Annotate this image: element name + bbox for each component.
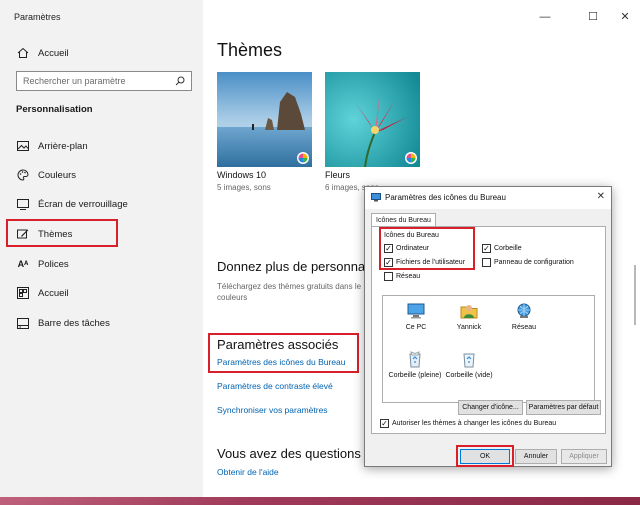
- more-text-line2: couleurs: [217, 293, 248, 302]
- sidebar-item-start[interactable]: Accueil: [16, 284, 69, 302]
- palette-icon: [16, 168, 30, 182]
- checkbox-label: Autoriser les thèmes à changer les icône…: [392, 420, 557, 427]
- change-icon-button[interactable]: Changer d'icône...: [458, 400, 523, 415]
- apply-button[interactable]: Appliquer: [561, 449, 607, 464]
- sidebar-item-label: Accueil: [38, 287, 69, 299]
- checkbox-allow-themes[interactable]: ✓ Autoriser les thèmes à changer les icô…: [380, 419, 556, 428]
- image-icon: [16, 139, 30, 153]
- checkbox-label: Réseau: [396, 273, 421, 280]
- sidebar-item-colors[interactable]: Couleurs: [16, 166, 76, 184]
- sidebar-item-lockscreen[interactable]: Écran de verrouillage: [16, 195, 128, 213]
- icon-item-network[interactable]: Réseau: [499, 302, 549, 331]
- checkbox-recycle-bin[interactable]: ✓ Corbeille: [482, 244, 522, 253]
- search-placeholder: Rechercher un paramètre: [23, 76, 126, 86]
- sidebar-item-fonts[interactable]: Aᴬ Polices: [16, 255, 69, 273]
- default-settings-button[interactable]: Paramètres par défaut: [526, 400, 601, 415]
- theme-sub: 5 images, sons: [217, 183, 271, 192]
- highlight-box-checkboxes: [379, 227, 475, 270]
- highlight-box-ok: [456, 445, 514, 467]
- recycle-bin-empty-icon: [460, 350, 478, 368]
- network-icon: [515, 302, 533, 320]
- checkbox-box: ✓: [380, 419, 389, 428]
- checkbox-label: Panneau de configuration: [494, 259, 574, 266]
- font-icon: Aᴬ: [17, 259, 29, 269]
- checkbox-box: [482, 258, 491, 267]
- icon-label: Corbeille (vide): [445, 372, 493, 379]
- sync-link[interactable]: Synchroniser vos paramètres: [217, 405, 328, 415]
- theme-thumb-windows10[interactable]: [217, 72, 312, 167]
- highlight-box-themes: [6, 219, 118, 247]
- highlight-box-related: [208, 333, 359, 373]
- help-link[interactable]: Obtenir de l'aide: [217, 467, 279, 477]
- scrollbar[interactable]: [634, 265, 636, 325]
- page-title: Thèmes: [217, 40, 283, 60]
- checkbox-label: Corbeille: [494, 245, 522, 252]
- sidebar-item-label: Barre des tâches: [38, 317, 110, 329]
- sidebar-home[interactable]: Accueil: [16, 44, 69, 62]
- checkbox-network[interactable]: Réseau: [384, 272, 420, 281]
- icon-label: Ce PC: [405, 324, 427, 331]
- sidebar-item-background[interactable]: Arrière-plan: [16, 137, 88, 155]
- dialog-panel: Icônes du Bureau ✓ Ordinateur ✓ Corbeill…: [371, 226, 606, 434]
- theme-thumb-flowers[interactable]: [325, 72, 420, 167]
- icon-item-computer[interactable]: Ce PC: [391, 302, 441, 331]
- sidebar: Paramètres Accueil Rechercher un paramèt…: [0, 0, 203, 497]
- recycle-bin-full-icon: [406, 350, 424, 368]
- icon-label: Réseau: [511, 324, 537, 331]
- checkbox-box: [384, 272, 393, 281]
- minimize-button[interactable]: —: [530, 7, 560, 27]
- computer-icon: [407, 302, 425, 320]
- cancel-button[interactable]: Annuler: [515, 449, 557, 464]
- lockscreen-icon: [16, 197, 30, 211]
- more-heading: Donnez plus de personnalit: [217, 259, 375, 274]
- sidebar-item-label: Écran de verrouillage: [38, 198, 128, 210]
- dialog-close-button[interactable]: ✕: [597, 191, 605, 202]
- dialog-titlebar: Paramètres des icônes du Bureau ✕: [365, 187, 611, 209]
- contrast-link[interactable]: Paramètres de contraste élevé: [217, 381, 333, 391]
- start-icon: [16, 286, 30, 300]
- icon-item-user[interactable]: Yannick: [444, 302, 494, 331]
- search-icon: [175, 76, 185, 88]
- more-text-line1: Téléchargez des thèmes gratuits dans le: [217, 282, 362, 291]
- search-input[interactable]: Rechercher un paramètre: [16, 71, 192, 91]
- dialog-title: Paramètres des icônes du Bureau: [385, 193, 506, 202]
- theme-name: Fleurs: [325, 170, 351, 180]
- checkbox-box: ✓: [482, 244, 491, 253]
- questions-heading: Vous avez des questions ?: [217, 446, 372, 461]
- icon-list: Ce PC Yannick Réseau Corbeille (pleine): [382, 295, 595, 403]
- icon-item-bin-full[interactable]: Corbeille (pleine): [385, 350, 445, 379]
- sidebar-section-heading: Personnalisation: [16, 104, 93, 115]
- sidebar-item-label: Couleurs: [38, 169, 77, 181]
- window-title: Paramètres: [14, 12, 61, 22]
- checkbox-control-panel[interactable]: Panneau de configuration: [482, 258, 574, 267]
- theme-name: Windows 10: [217, 170, 267, 180]
- sidebar-item-taskbar[interactable]: Barre des tâches: [16, 314, 110, 332]
- icon-item-bin-empty[interactable]: Corbeille (vide): [439, 350, 499, 379]
- desktop-icons-dialog: Paramètres des icônes du Bureau ✕ Icônes…: [364, 186, 612, 467]
- user-folder-icon: [460, 302, 478, 320]
- sidebar-home-label: Accueil: [38, 47, 69, 59]
- maximize-button[interactable]: ☐: [578, 7, 608, 27]
- tab-desktop-icons[interactable]: Icônes du Bureau: [371, 213, 436, 227]
- icon-label: Corbeille (pleine): [388, 372, 442, 379]
- desktop-icon: [371, 193, 381, 204]
- sidebar-item-label: Polices: [38, 258, 69, 270]
- sidebar-item-label: Arrière-plan: [38, 140, 88, 152]
- close-button[interactable]: ✕: [610, 7, 640, 27]
- taskbar-icon: [16, 316, 30, 330]
- icon-label: Yannick: [456, 324, 482, 331]
- home-icon: [16, 46, 30, 60]
